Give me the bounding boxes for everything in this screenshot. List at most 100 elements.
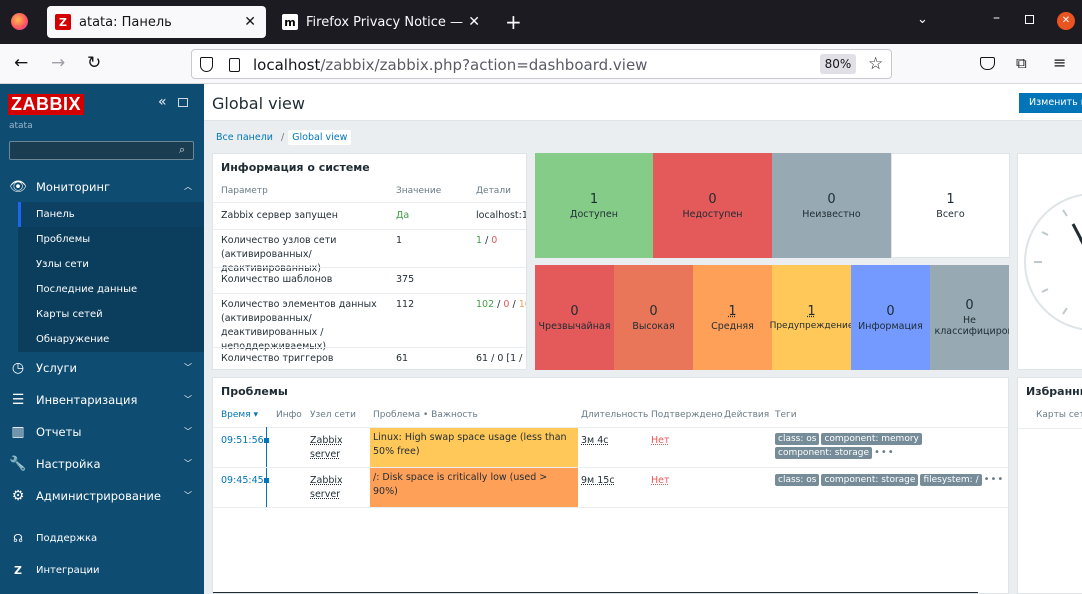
timeline-dot <box>264 478 269 483</box>
availability-count: 0 <box>827 191 836 207</box>
problem-time[interactable]: 09:45:45 <box>221 474 264 488</box>
submenu-discovery[interactable]: Обнаружение <box>18 327 204 352</box>
menu-support[interactable]: ☊ Поддержка <box>0 523 204 553</box>
severity-tile-disaster[interactable]: 0 Чрезвычайная <box>535 265 614 370</box>
close-tab-icon[interactable]: ✕ <box>468 14 480 30</box>
problem-host[interactable]: Zabbix server <box>310 434 345 462</box>
tag[interactable]: component: storage <box>821 474 919 486</box>
menu-label: Инвентаризация <box>36 393 138 407</box>
menu-monitoring[interactable]: 👁 Мониторинг ︿ <box>0 171 204 203</box>
problem-acknowledged[interactable]: Нет <box>651 474 670 488</box>
close-tab-icon[interactable]: ✕ <box>244 14 256 30</box>
breadcrumb-all-dashboards[interactable]: Все панели <box>212 130 277 145</box>
more-tags-icon[interactable]: ••• <box>984 474 1005 485</box>
availability-tile-available[interactable]: 1 Доступен <box>535 153 653 258</box>
chevron-up-icon: ︿ <box>184 182 192 191</box>
submenu-hosts[interactable]: Узлы сети <box>18 252 204 277</box>
shield-icon[interactable] <box>200 57 213 72</box>
back-icon[interactable]: ← <box>14 53 28 73</box>
tab-privacy-notice[interactable]: m Firefox Privacy Notice — ✕ <box>274 6 490 38</box>
problem-host[interactable]: Zabbix server <box>310 474 345 502</box>
kiosk-icon[interactable] <box>178 98 188 107</box>
browser-tab-bar: Z atata: Панель ✕ m Firefox Privacy Noti… <box>0 0 1082 44</box>
pocket-icon[interactable] <box>980 57 995 70</box>
breadcrumb-current[interactable]: Global view <box>288 130 352 145</box>
severity-tile-not-classified[interactable]: 0 Не классифицировано <box>930 265 1009 370</box>
maximize-icon[interactable] <box>1025 15 1034 24</box>
sysinfo-value: 61 <box>396 353 409 364</box>
column-header: Карты сетей <box>1036 410 1082 420</box>
availability-tile-total[interactable]: 1 Всего <box>891 153 1010 258</box>
menu-inventory[interactable]: ☰ Инвентаризация ﹀ <box>0 384 204 416</box>
problem-acknowledged[interactable]: Нет <box>651 434 670 448</box>
submenu-latest-data[interactable]: Последние данные <box>18 277 204 302</box>
chevron-down-icon: ﹀ <box>184 363 192 372</box>
eye-icon: 👁 <box>9 179 27 195</box>
page-info-icon[interactable] <box>229 58 240 72</box>
collapse-sidebar-icon[interactable]: « <box>158 94 167 110</box>
divider <box>213 229 526 230</box>
column-header-time[interactable]: Время ▾ <box>221 410 258 420</box>
search-icon[interactable]: ⌕ <box>179 143 185 157</box>
tag[interactable]: filesystem: / <box>920 474 982 486</box>
menu-reports[interactable]: ▥ Отчеты ﹀ <box>0 416 204 448</box>
availability-tile-unknown[interactable]: 0 Неизвестно <box>772 153 891 258</box>
availability-label: Недоступен <box>682 208 743 220</box>
more-tags-icon[interactable]: ••• <box>874 447 895 458</box>
severity-tile-information[interactable]: 0 Информация <box>851 265 930 370</box>
minimize-icon[interactable]: – <box>993 10 1000 26</box>
tab-zabbix[interactable]: Z atata: Панель ✕ <box>47 6 266 38</box>
chevron-down-icon: ﹀ <box>184 459 192 468</box>
clock-widget <box>1017 153 1082 370</box>
sysinfo-details: 1 / 0 <box>476 235 498 246</box>
severity-label: Предупреждение <box>769 321 854 331</box>
tag[interactable]: component: storage <box>775 447 872 459</box>
new-tab-icon[interactable]: + <box>505 10 522 34</box>
menu-integrations[interactable]: Z Интеграции <box>0 555 204 585</box>
menu-administration[interactable]: ⚙ Администрирование ﹀ <box>0 480 204 512</box>
forward-icon[interactable]: → <box>51 53 65 73</box>
problem-description[interactable]: /: Disk space is critically low (used > … <box>370 468 578 507</box>
zabbix-logo[interactable]: ZABBIX <box>8 94 84 115</box>
column-header: Длительность <box>581 410 649 420</box>
sidebar-search-input[interactable]: ⌕ <box>9 141 194 160</box>
column-header: Инфо <box>276 410 302 420</box>
divider <box>213 427 1008 428</box>
address-bar[interactable]: localhost/zabbix/zabbix.php?action=dashb… <box>191 49 892 79</box>
column-header: Подтверждено <box>651 410 723 420</box>
tag[interactable]: class: os <box>775 474 820 486</box>
column-header: Параметр <box>221 186 268 196</box>
tag[interactable]: component: memory <box>821 433 922 445</box>
severity-tile-warning[interactable]: 1 Предупреждение <box>769 265 854 370</box>
extensions-icon[interactable]: ⧉ <box>1016 54 1027 72</box>
menu-label: Поддержка <box>36 532 98 544</box>
menu-label: Интеграции <box>36 564 100 576</box>
zoom-level[interactable]: 80% <box>820 54 856 74</box>
headset-icon: ☊ <box>13 531 23 545</box>
close-window-icon[interactable]: ✕ <box>1057 12 1075 30</box>
divider <box>213 293 526 294</box>
menu-configuration[interactable]: 🔧 Настройка ﹀ <box>0 448 204 480</box>
hamburger-menu-icon[interactable]: ≡ <box>1053 53 1066 72</box>
availability-label: Доступен <box>570 208 618 220</box>
edit-dashboard-button[interactable]: Изменить панель <box>1019 93 1082 113</box>
url-text[interactable]: localhost/zabbix/zabbix.php?action=dashb… <box>253 56 647 74</box>
problem-time[interactable]: 09:51:56 <box>221 434 264 448</box>
availability-tile-unavailable[interactable]: 0 Недоступен <box>653 153 772 258</box>
tab-list-chevron-icon[interactable]: ⌄ <box>917 12 928 27</box>
sysinfo-details: localhost:10051 <box>476 210 527 221</box>
firefox-icon[interactable] <box>11 13 28 30</box>
submenu-problems[interactable]: Проблемы <box>18 227 204 252</box>
tag[interactable]: class: os <box>775 433 820 445</box>
severity-tile-high[interactable]: 0 Высокая <box>614 265 693 370</box>
severity-tile-average[interactable]: 1 Средняя <box>693 265 772 370</box>
bookmark-star-icon[interactable]: ☆ <box>868 54 883 74</box>
reload-icon[interactable]: ↻ <box>87 53 101 73</box>
problem-description[interactable]: Linux: High swap space usage (less than … <box>370 428 578 467</box>
submenu-maps[interactable]: Карты сетей <box>18 302 204 327</box>
menu-label: Услуги <box>36 361 78 375</box>
sysinfo-value: Да <box>396 210 410 221</box>
menu-services[interactable]: ◷ Услуги ﹀ <box>0 352 204 384</box>
sysinfo-param: Количество триггеров <box>221 353 334 364</box>
submenu-dashboard[interactable]: Панель <box>18 202 204 227</box>
